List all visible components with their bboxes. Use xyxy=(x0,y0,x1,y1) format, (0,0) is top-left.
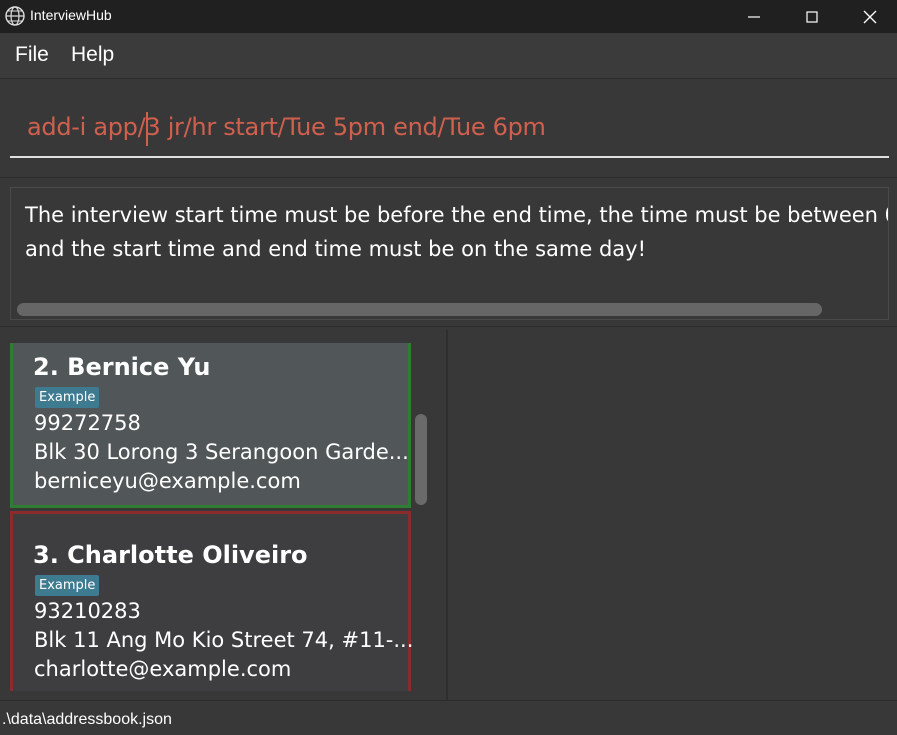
vertical-scrollbar[interactable] xyxy=(415,414,427,505)
horizontal-scrollbar[interactable] xyxy=(17,303,822,316)
person-tag: Example xyxy=(35,575,100,596)
menu-file[interactable]: File xyxy=(15,43,49,67)
menu-help[interactable]: Help xyxy=(71,43,114,67)
person-name: 3. Charlotte Oliveiro xyxy=(33,541,308,569)
person-address: Blk 30 Lorong 3 Serangoon Garde... xyxy=(34,440,409,464)
person-name: 2. Bernice Yu xyxy=(33,353,211,381)
maximize-button[interactable] xyxy=(783,0,841,33)
person-card[interactable]: 2. Bernice Yu Example 99272758 Blk 30 Lo… xyxy=(10,343,411,508)
person-email: berniceyu@example.com xyxy=(34,469,301,493)
close-icon xyxy=(863,10,877,23)
save-location: .\data\addressbook.json xyxy=(2,711,172,728)
command-text: add-i app/3 jr/hr start/Tue 5pm end/Tue … xyxy=(27,113,546,141)
result-display[interactable]: The interview start time must be before … xyxy=(10,187,889,320)
person-phone: 93210283 xyxy=(34,599,141,623)
person-email: charlotte@example.com xyxy=(34,657,292,681)
result-line-2: and the start time and end time must be … xyxy=(25,237,646,261)
detail-panel xyxy=(446,330,897,700)
maximize-icon xyxy=(806,10,818,23)
result-line-1: The interview start time must be before … xyxy=(25,203,889,227)
title-bar: InterviewHub xyxy=(0,0,897,33)
menu-bar: File Help xyxy=(0,33,897,79)
close-button[interactable] xyxy=(841,0,897,33)
window-title: InterviewHub xyxy=(30,7,112,23)
person-tag: Example xyxy=(35,387,100,408)
status-bar: .\data\addressbook.json xyxy=(0,700,897,735)
command-input[interactable]: add-i app/3 jr/hr start/Tue 5pm end/Tue … xyxy=(10,98,889,158)
minimize-icon xyxy=(748,15,760,18)
person-card[interactable]: 3. Charlotte Oliveiro Example 93210283 B… xyxy=(10,511,414,691)
person-list-panel: 2. Bernice Yu Example 99272758 Blk 30 Lo… xyxy=(0,330,443,700)
result-message: The interview start time must be before … xyxy=(25,198,889,266)
person-phone: 99272758 xyxy=(34,411,141,435)
text-caret xyxy=(146,112,148,146)
globe-icon xyxy=(5,6,25,26)
minimize-button[interactable] xyxy=(725,0,783,33)
person-address: Blk 11 Ang Mo Kio Street 74, #11-... xyxy=(34,628,414,652)
